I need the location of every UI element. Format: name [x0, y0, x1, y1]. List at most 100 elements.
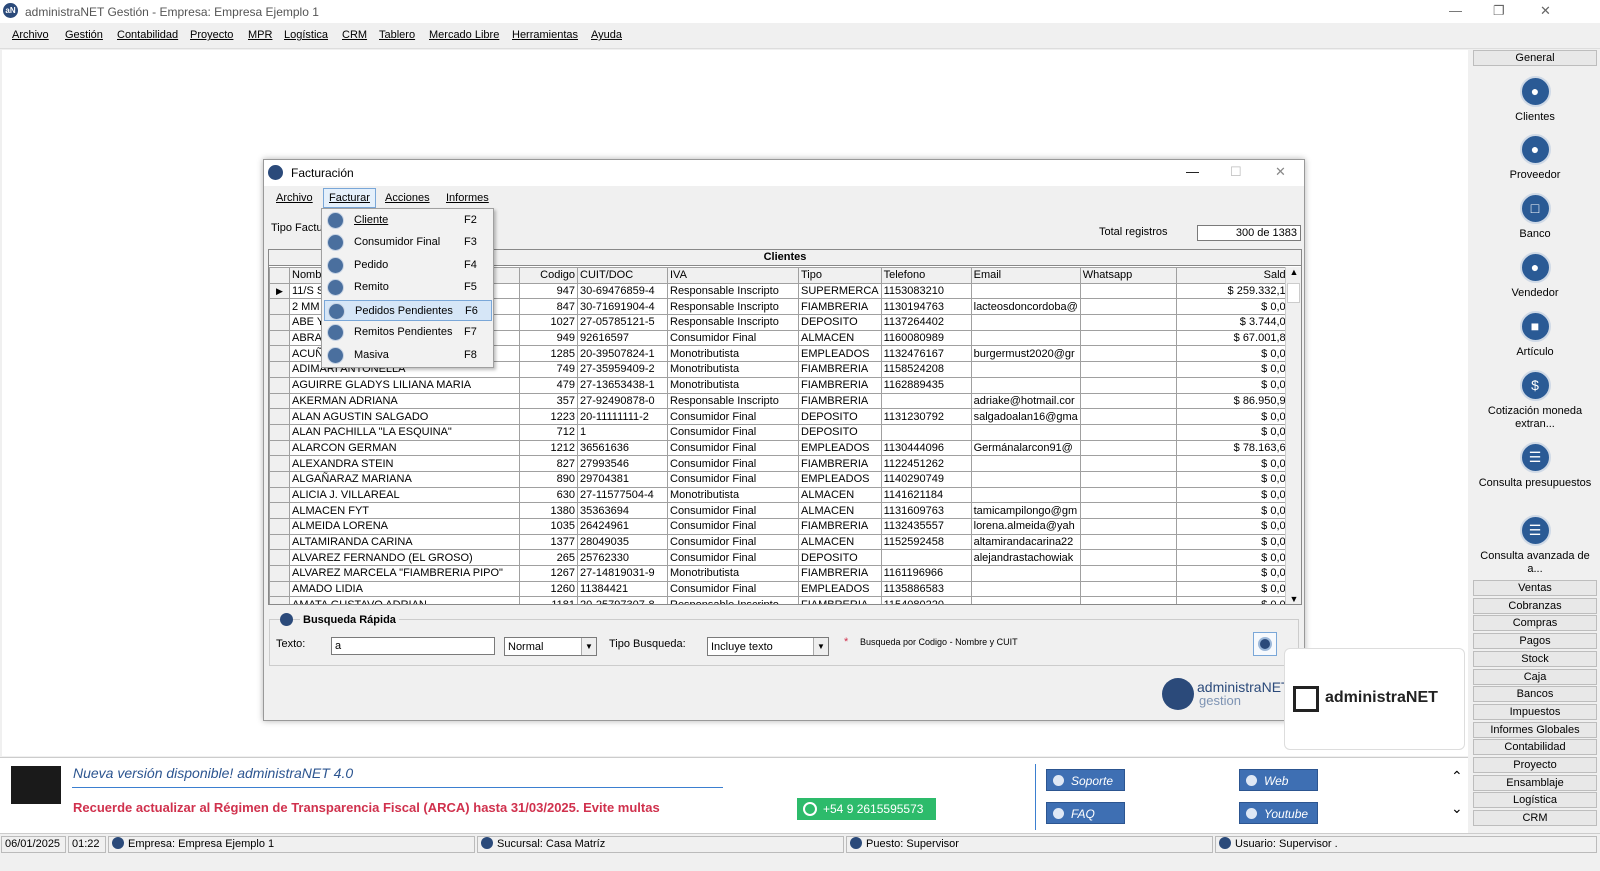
sidebar-section-log-stica[interactable]: Logística — [1473, 792, 1597, 809]
sidebar-item-consulta-avanzada[interactable]: ☰ Consulta avanzada de a... — [1473, 515, 1597, 576]
sidebar-item-cotizacion[interactable]: $ Cotización moneda extran... — [1473, 370, 1597, 431]
menu-crm[interactable]: CRM — [342, 29, 367, 41]
table-row[interactable]: AGUIRRE GLADYS LILIANA MARIA 479 27-136534… — [269, 376, 1295, 394]
menu-logistica[interactable]: Logística — [284, 29, 328, 41]
table-row[interactable]: ALARCON GERMAN 1212 36561636 Consumidor Fin… — [269, 439, 1295, 457]
sidebar-section-pagos[interactable]: Pagos — [1473, 633, 1597, 650]
search-input[interactable]: a — [331, 637, 495, 655]
column-header-tipo[interactable]: Tipo — [798, 267, 882, 284]
table-row[interactable]: ALGAÑARAZ MARIANA 890 29704381 Consumidor F… — [269, 470, 1295, 488]
table-row[interactable]: ALAN AGUSTIN SALGADO 1223 20-11111111-2 Con… — [269, 408, 1295, 425]
scroll-down-icon[interactable]: ▼ — [1286, 594, 1301, 604]
table-cell: Consumidor Final — [667, 455, 799, 472]
soporte-button[interactable]: Soporte — [1046, 769, 1125, 791]
sidebar-item-articulo[interactable]: ■ Artículo — [1473, 311, 1597, 358]
sidebar-item-proveedor[interactable]: ● Proveedor — [1473, 134, 1597, 181]
chevron-down-icon[interactable]: ⌄ — [1451, 800, 1463, 817]
table-row[interactable]: ALAN PACHILLA "LA ESQUINA" 712 1 Consumidor… — [269, 423, 1295, 441]
menu-herramientas[interactable]: Herramientas — [512, 29, 578, 41]
table-row[interactable]: ALMACEN FYT 1380 35363694 Consumidor Final A… — [269, 502, 1295, 519]
table-row[interactable]: ALEXANDRA STEIN 827 27993546 Consumidor Fin… — [269, 455, 1295, 472]
table-row[interactable]: ALICIA J. VILLAREAL 630 27-11577504-4 Monot… — [269, 486, 1295, 504]
scroll-up-icon[interactable]: ▲ — [1286, 267, 1301, 277]
table-row[interactable]: AMATA GUSTAVO ADRIAN 1181 20-25797307-8 Res… — [269, 596, 1295, 604]
menu-mercado-libre[interactable]: Mercado Libre — [429, 29, 499, 41]
column-header-telefono[interactable]: Telefono — [880, 267, 972, 284]
menu-item-remitos-pendientes[interactable]: Remitos Pendientes F7 — [324, 322, 492, 343]
sidebar-item-clientes[interactable]: ● Clientes — [1473, 76, 1597, 123]
menu-gestion[interactable]: Gestión — [65, 29, 103, 41]
menu-archivo[interactable]: Archivo — [12, 29, 49, 41]
sidebar-item-consulta-presupuestos[interactable]: ☰ Consulta presupuestos — [1473, 442, 1597, 490]
menu-proyecto[interactable]: Proyecto — [190, 29, 233, 41]
column-header-email[interactable]: Email — [970, 267, 1081, 284]
menu-item-masiva[interactable]: Masiva F8 — [324, 345, 492, 366]
banner-headline[interactable]: Nueva versión disponible! administraNET … — [73, 765, 353, 781]
menu-item-pedidos-pendientes[interactable]: Pedidos Pendientes F6 — [324, 300, 492, 321]
column-header-whatsapp[interactable]: Whatsapp — [1079, 267, 1177, 284]
table-cell: Consumidor Final — [667, 549, 799, 567]
menu-contabilidad[interactable]: Contabilidad — [117, 29, 178, 41]
administranet-logo-icon — [1162, 678, 1194, 710]
sidebar-section-ensamblaje[interactable]: Ensamblaje — [1473, 774, 1597, 791]
table-row[interactable]: ALMEIDA LORENA 1035 26424961 Consumidor Fin… — [269, 518, 1295, 535]
sidebar-section-caja[interactable]: Caja — [1473, 668, 1597, 685]
chevron-up-icon[interactable]: ⌃ — [1451, 768, 1463, 785]
column-header-saldo[interactable]: Saldo — [1175, 267, 1295, 284]
grid-scrollbar[interactable]: ▲ ▼ — [1285, 267, 1301, 604]
column-header-codigo[interactable]: Codigo — [519, 267, 578, 284]
sidebar-section-stock[interactable]: Stock — [1473, 650, 1597, 667]
menu-item-pedido[interactable]: Pedido F4 — [324, 255, 492, 276]
search-button[interactable] — [1253, 632, 1277, 656]
sidebar-item-vendedor[interactable]: ● Vendedor — [1473, 252, 1597, 299]
close-icon[interactable]: ✕ — [1540, 3, 1551, 19]
sidebar-item-label: Vendedor — [1511, 287, 1559, 299]
scroll-thumb[interactable] — [1287, 283, 1300, 303]
banner-notice[interactable]: Recuerde actualizar al Régimen de Transp… — [73, 800, 660, 815]
window-menu-acciones[interactable]: Acciones — [385, 192, 430, 204]
faq-button[interactable]: FAQ — [1046, 802, 1125, 824]
search-mode-select[interactable]: Normal ▼ — [504, 637, 597, 656]
table-cell: 749 — [519, 361, 578, 378]
table-cell: DEPOSITO — [798, 423, 882, 441]
sidebar-section-impuestos[interactable]: Impuestos — [1473, 703, 1597, 720]
table-row[interactable]: ALVAREZ FERNANDO (EL GROSO) 265 25762330 Co… — [269, 549, 1295, 567]
sidebar-section-proyecto[interactable]: Proyecto — [1473, 757, 1597, 773]
table-cell: altamirandacarina22 — [970, 533, 1081, 551]
sidebar-section-contabilidad[interactable]: Contabilidad — [1473, 739, 1597, 756]
sidebar-item-banco[interactable]: □ Banco — [1473, 193, 1597, 240]
menu-item-consumidor-final[interactable]: Consumidor Final F3 — [324, 232, 492, 253]
table-row[interactable]: ALVAREZ MARCELA "FIAMBRERIA PIPO" 1267 27-… — [269, 565, 1295, 582]
sidebar-section-informes-globales[interactable]: Informes Globales — [1473, 721, 1597, 738]
sidebar-section-cobranzas[interactable]: Cobranzas — [1473, 597, 1597, 614]
menu-item-cliente[interactable]: Cliente F2 — [324, 210, 492, 231]
maximize-icon[interactable]: ☐ — [1230, 164, 1242, 180]
column-header-cuit-doc[interactable]: CUIT/DOC — [577, 267, 668, 284]
menu-tablero[interactable]: Tablero — [379, 29, 415, 41]
sidebar-header-general[interactable]: General — [1473, 50, 1597, 66]
menu-mpr[interactable]: MPR — [248, 29, 272, 41]
window-menu-facturar[interactable]: Facturar — [323, 188, 376, 208]
window-menu-archivo[interactable]: Archivo — [276, 192, 313, 204]
web-button[interactable]: Web — [1239, 769, 1318, 791]
sidebar-section-ventas[interactable]: Ventas — [1473, 580, 1597, 596]
table-row[interactable]: AKERMAN ADRIANA 357 27-92490878-0 Responsab… — [269, 392, 1295, 410]
minimize-icon[interactable]: — — [1449, 3, 1462, 18]
sidebar-section-bancos[interactable]: Bancos — [1473, 686, 1597, 703]
window-menu-informes[interactable]: Informes — [446, 192, 489, 204]
minimize-icon[interactable]: — — [1186, 164, 1199, 179]
sidebar-section-crm[interactable]: CRM — [1473, 810, 1597, 827]
menu-ayuda[interactable]: Ayuda — [591, 29, 622, 41]
close-icon[interactable]: ✕ — [1275, 164, 1286, 180]
menu-item-remito[interactable]: Remito F5 — [324, 277, 492, 298]
tipo-busqueda-select[interactable]: Incluye texto ▼ — [707, 637, 829, 656]
table-row[interactable]: AMADO LIDIA 1260 11384421 Consumidor Final E… — [269, 580, 1295, 598]
table-row[interactable]: ALTAMIRANDA CARINA 1377 28049035 Consumidor… — [269, 533, 1295, 551]
whatsapp-button[interactable]: +54 9 2615595573 — [797, 798, 936, 820]
column-header-iva[interactable]: IVA — [667, 267, 799, 284]
sidebar-section-compras[interactable]: Compras — [1473, 615, 1597, 632]
banner-separator — [1035, 764, 1036, 830]
table-cell: Responsable Inscripto — [667, 596, 799, 604]
youtube-button[interactable]: Youtube — [1239, 802, 1318, 824]
restore-icon[interactable]: ❐ — [1493, 3, 1505, 19]
